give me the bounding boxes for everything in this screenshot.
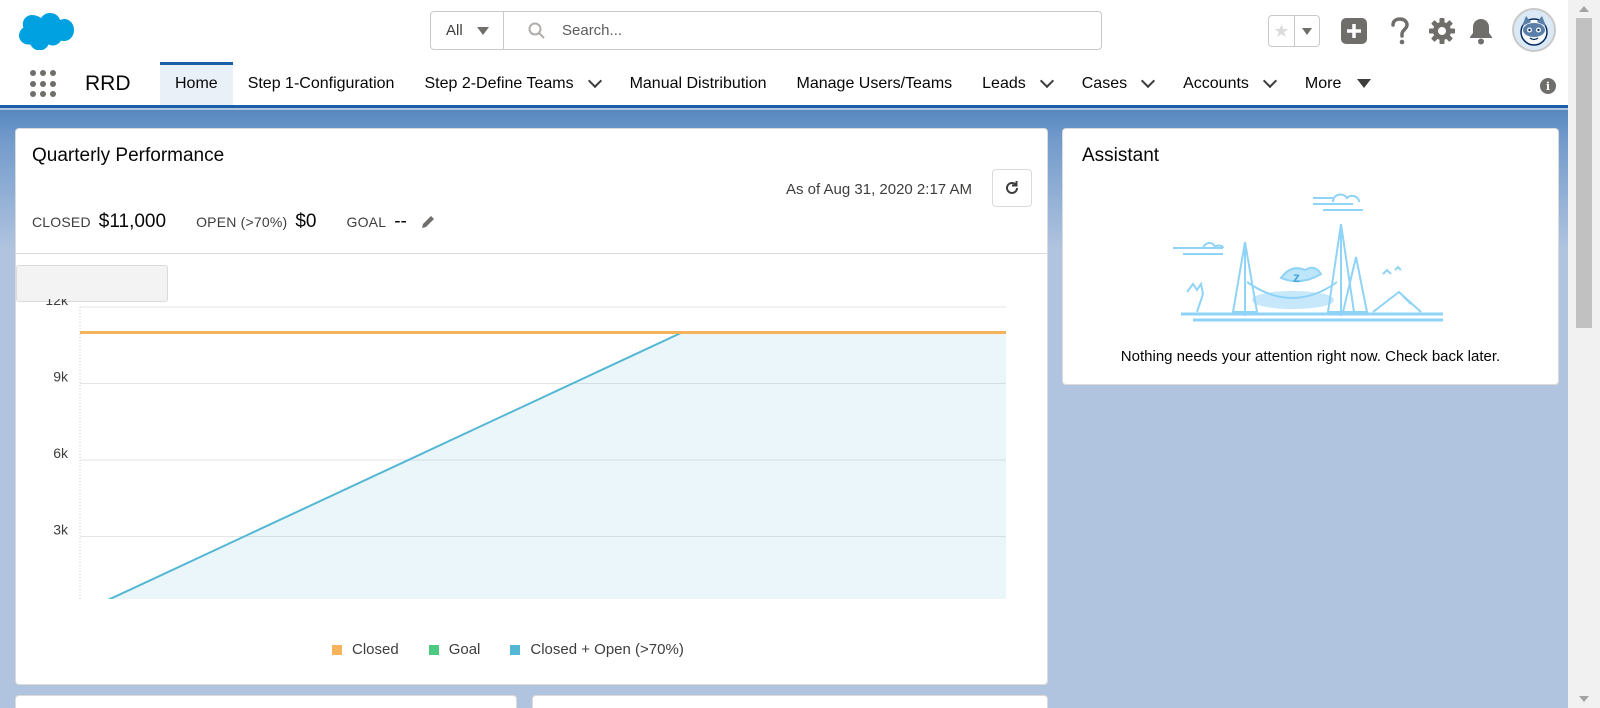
nav-tab-step1-configuration[interactable]: Step 1-Configuration	[233, 62, 410, 105]
app-navigation-bar: RRD Home Step 1-Configuration Step 2-Def…	[0, 62, 1568, 108]
closed-open-area	[110, 332, 1006, 599]
nav-tab-label: Step 1-Configuration	[247, 74, 395, 92]
nav-tab-label: Manual Distribution	[629, 74, 767, 92]
y-tick-label: 12k	[45, 299, 69, 308]
salesforce-logo[interactable]	[18, 12, 74, 50]
y-tick-label: 6k	[53, 445, 69, 461]
assistant-card: Assistant z Nothing needs your attention…	[1062, 128, 1559, 385]
legend-label: Closed + Open (>70%)	[530, 641, 684, 658]
info-icon[interactable]: i	[1540, 78, 1556, 94]
favorites-button[interactable]: ★	[1268, 15, 1320, 47]
star-icon[interactable]: ★	[1269, 16, 1295, 46]
legend-label: Closed	[352, 641, 399, 658]
quarterly-performance-chart: 03k6k9k12kJulAugSep	[45, 299, 1006, 599]
legend-item-goal[interactable]: Goal	[428, 641, 481, 658]
nav-tab-manage-users-teams[interactable]: Manage Users/Teams	[782, 62, 968, 105]
nav-tab-step2-define-teams[interactable]: Step 2-Define Teams	[409, 62, 614, 105]
user-avatar[interactable]	[1512, 8, 1556, 52]
legend-swatch	[510, 644, 521, 655]
chevron-down-icon[interactable]	[587, 73, 602, 88]
open-label: OPEN (>70%)	[196, 214, 288, 230]
nav-tabs: Home Step 1-Configuration Step 2-Define …	[160, 62, 1386, 105]
nav-tab-more[interactable]: More	[1290, 62, 1386, 105]
refresh-button[interactable]	[992, 169, 1032, 207]
caret-down-icon	[1357, 79, 1372, 88]
nav-tab-label: Step 2-Define Teams	[424, 74, 574, 92]
search-input[interactable]	[562, 22, 1062, 39]
astro-avatar-icon	[1520, 16, 1548, 46]
setup-gear-icon[interactable]	[1428, 17, 1456, 45]
nav-tab-label: Manage Users/Teams	[796, 74, 953, 92]
favorites-dropdown[interactable]	[1295, 16, 1319, 46]
performance-metrics: CLOSED $11,000 OPEN (>70%) $0 GOAL --	[32, 211, 437, 233]
notifications-bell-icon[interactable]	[1468, 17, 1494, 45]
legend-item-closed[interactable]: Closed	[332, 641, 399, 658]
legend-swatch	[332, 644, 342, 655]
scroll-down-arrow-icon[interactable]	[1579, 696, 1589, 702]
assistant-message: Nothing needs your attention right now. …	[1120, 348, 1501, 365]
nav-tab-leads[interactable]: Leads	[967, 62, 1067, 105]
card-title: Quarterly Performance	[32, 145, 225, 166]
help-icon[interactable]	[1388, 16, 1412, 46]
closed-label: CLOSED	[32, 214, 91, 230]
nav-tab-manual-distribution[interactable]: Manual Distribution	[615, 62, 782, 105]
chevron-down-icon[interactable]	[1039, 73, 1054, 88]
global-actions-add-icon[interactable]	[1340, 17, 1368, 45]
lower-card-left	[15, 695, 517, 708]
scrollbar-thumb[interactable]	[1576, 18, 1592, 328]
closed-value: $11,000	[98, 211, 167, 232]
sleeping-camp-illustration: z	[1173, 193, 1443, 322]
app-name: RRD	[85, 72, 131, 95]
nav-tab-cases[interactable]: Cases	[1067, 62, 1168, 105]
lower-card-right	[532, 695, 1048, 708]
global-header: All ★	[0, 0, 1568, 62]
nav-tab-label: Cases	[1081, 74, 1128, 92]
open-value: $0	[295, 211, 317, 232]
search-scope-select[interactable]: All	[431, 12, 504, 49]
goal-label: GOAL	[346, 214, 387, 230]
caret-down-icon	[1302, 27, 1312, 35]
y-tick-label: 3k	[53, 522, 69, 538]
nav-tab-label: Home	[175, 74, 218, 92]
y-tick-label: 0	[60, 598, 68, 599]
chevron-down-icon[interactable]	[1262, 73, 1277, 88]
scroll-up-arrow-icon[interactable]	[1579, 6, 1589, 12]
legend-item-closed-open[interactable]: Closed + Open (>70%)	[510, 641, 684, 658]
edit-pencil-icon[interactable]	[419, 213, 437, 231]
app-launcher-waffle-icon[interactable]	[30, 70, 58, 98]
search-field	[504, 12, 1101, 49]
card-title: Assistant	[1082, 145, 1160, 166]
svg-text:z: z	[1293, 269, 1300, 285]
chart-legend: Closed Goal Closed + Open (>70%)	[332, 641, 684, 658]
nav-tab-label: More	[1304, 74, 1342, 92]
nav-tab-home[interactable]: Home	[160, 62, 233, 105]
nav-tab-label: Accounts	[1183, 74, 1249, 92]
nav-tab-accounts[interactable]: Accounts	[1168, 62, 1290, 105]
nav-tab-label: Leads	[982, 74, 1026, 92]
quarterly-performance-card: Quarterly Performance As of Aug 31, 2020…	[15, 128, 1048, 685]
search-icon	[528, 22, 545, 39]
refresh-icon	[1006, 181, 1018, 194]
page-scrollbar[interactable]	[1568, 0, 1600, 708]
chart-tooltip	[16, 265, 168, 302]
search-scope-label: All	[446, 22, 463, 39]
card-divider	[16, 253, 1047, 254]
caret-down-icon	[476, 26, 489, 35]
legend-label: Goal	[448, 641, 481, 658]
as-of-timestamp: As of Aug 31, 2020 2:17 AM	[786, 181, 972, 198]
goal-value: --	[394, 211, 407, 232]
legend-swatch	[428, 644, 439, 655]
global-search: All	[430, 11, 1102, 50]
y-tick-label: 9k	[53, 369, 69, 385]
chevron-down-icon[interactable]	[1141, 73, 1156, 88]
